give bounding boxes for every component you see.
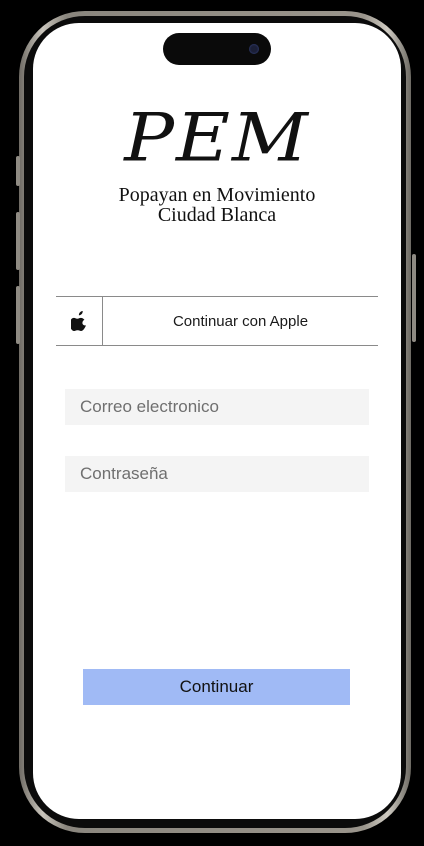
subtitle-line-2: Ciudad Blanca — [157, 204, 277, 226]
email-field[interactable] — [65, 389, 369, 425]
action-button — [16, 156, 20, 186]
apple-icon-cell — [56, 297, 103, 345]
volume-down-button — [16, 286, 20, 344]
password-field[interactable] — [65, 456, 369, 492]
continue-with-apple-button[interactable]: Continuar con Apple — [56, 296, 378, 346]
volume-up-button — [16, 212, 20, 270]
continue-with-apple-label: Continuar con Apple — [172, 312, 309, 330]
subtitle-line-1: Popayan en Movimiento — [118, 184, 316, 206]
power-button — [412, 254, 416, 342]
app-screen: PEM Popayan en Movimiento Ciudad Blanca … — [33, 23, 401, 819]
app-subtitle: Popayan en Movimiento Ciudad Blanca — [33, 185, 401, 225]
apple-icon — [70, 311, 86, 331]
continue-button[interactable]: Continuar — [83, 669, 350, 705]
app-logo: PEM — [124, 99, 310, 177]
dynamic-island — [163, 33, 271, 65]
camera-icon — [249, 44, 259, 54]
